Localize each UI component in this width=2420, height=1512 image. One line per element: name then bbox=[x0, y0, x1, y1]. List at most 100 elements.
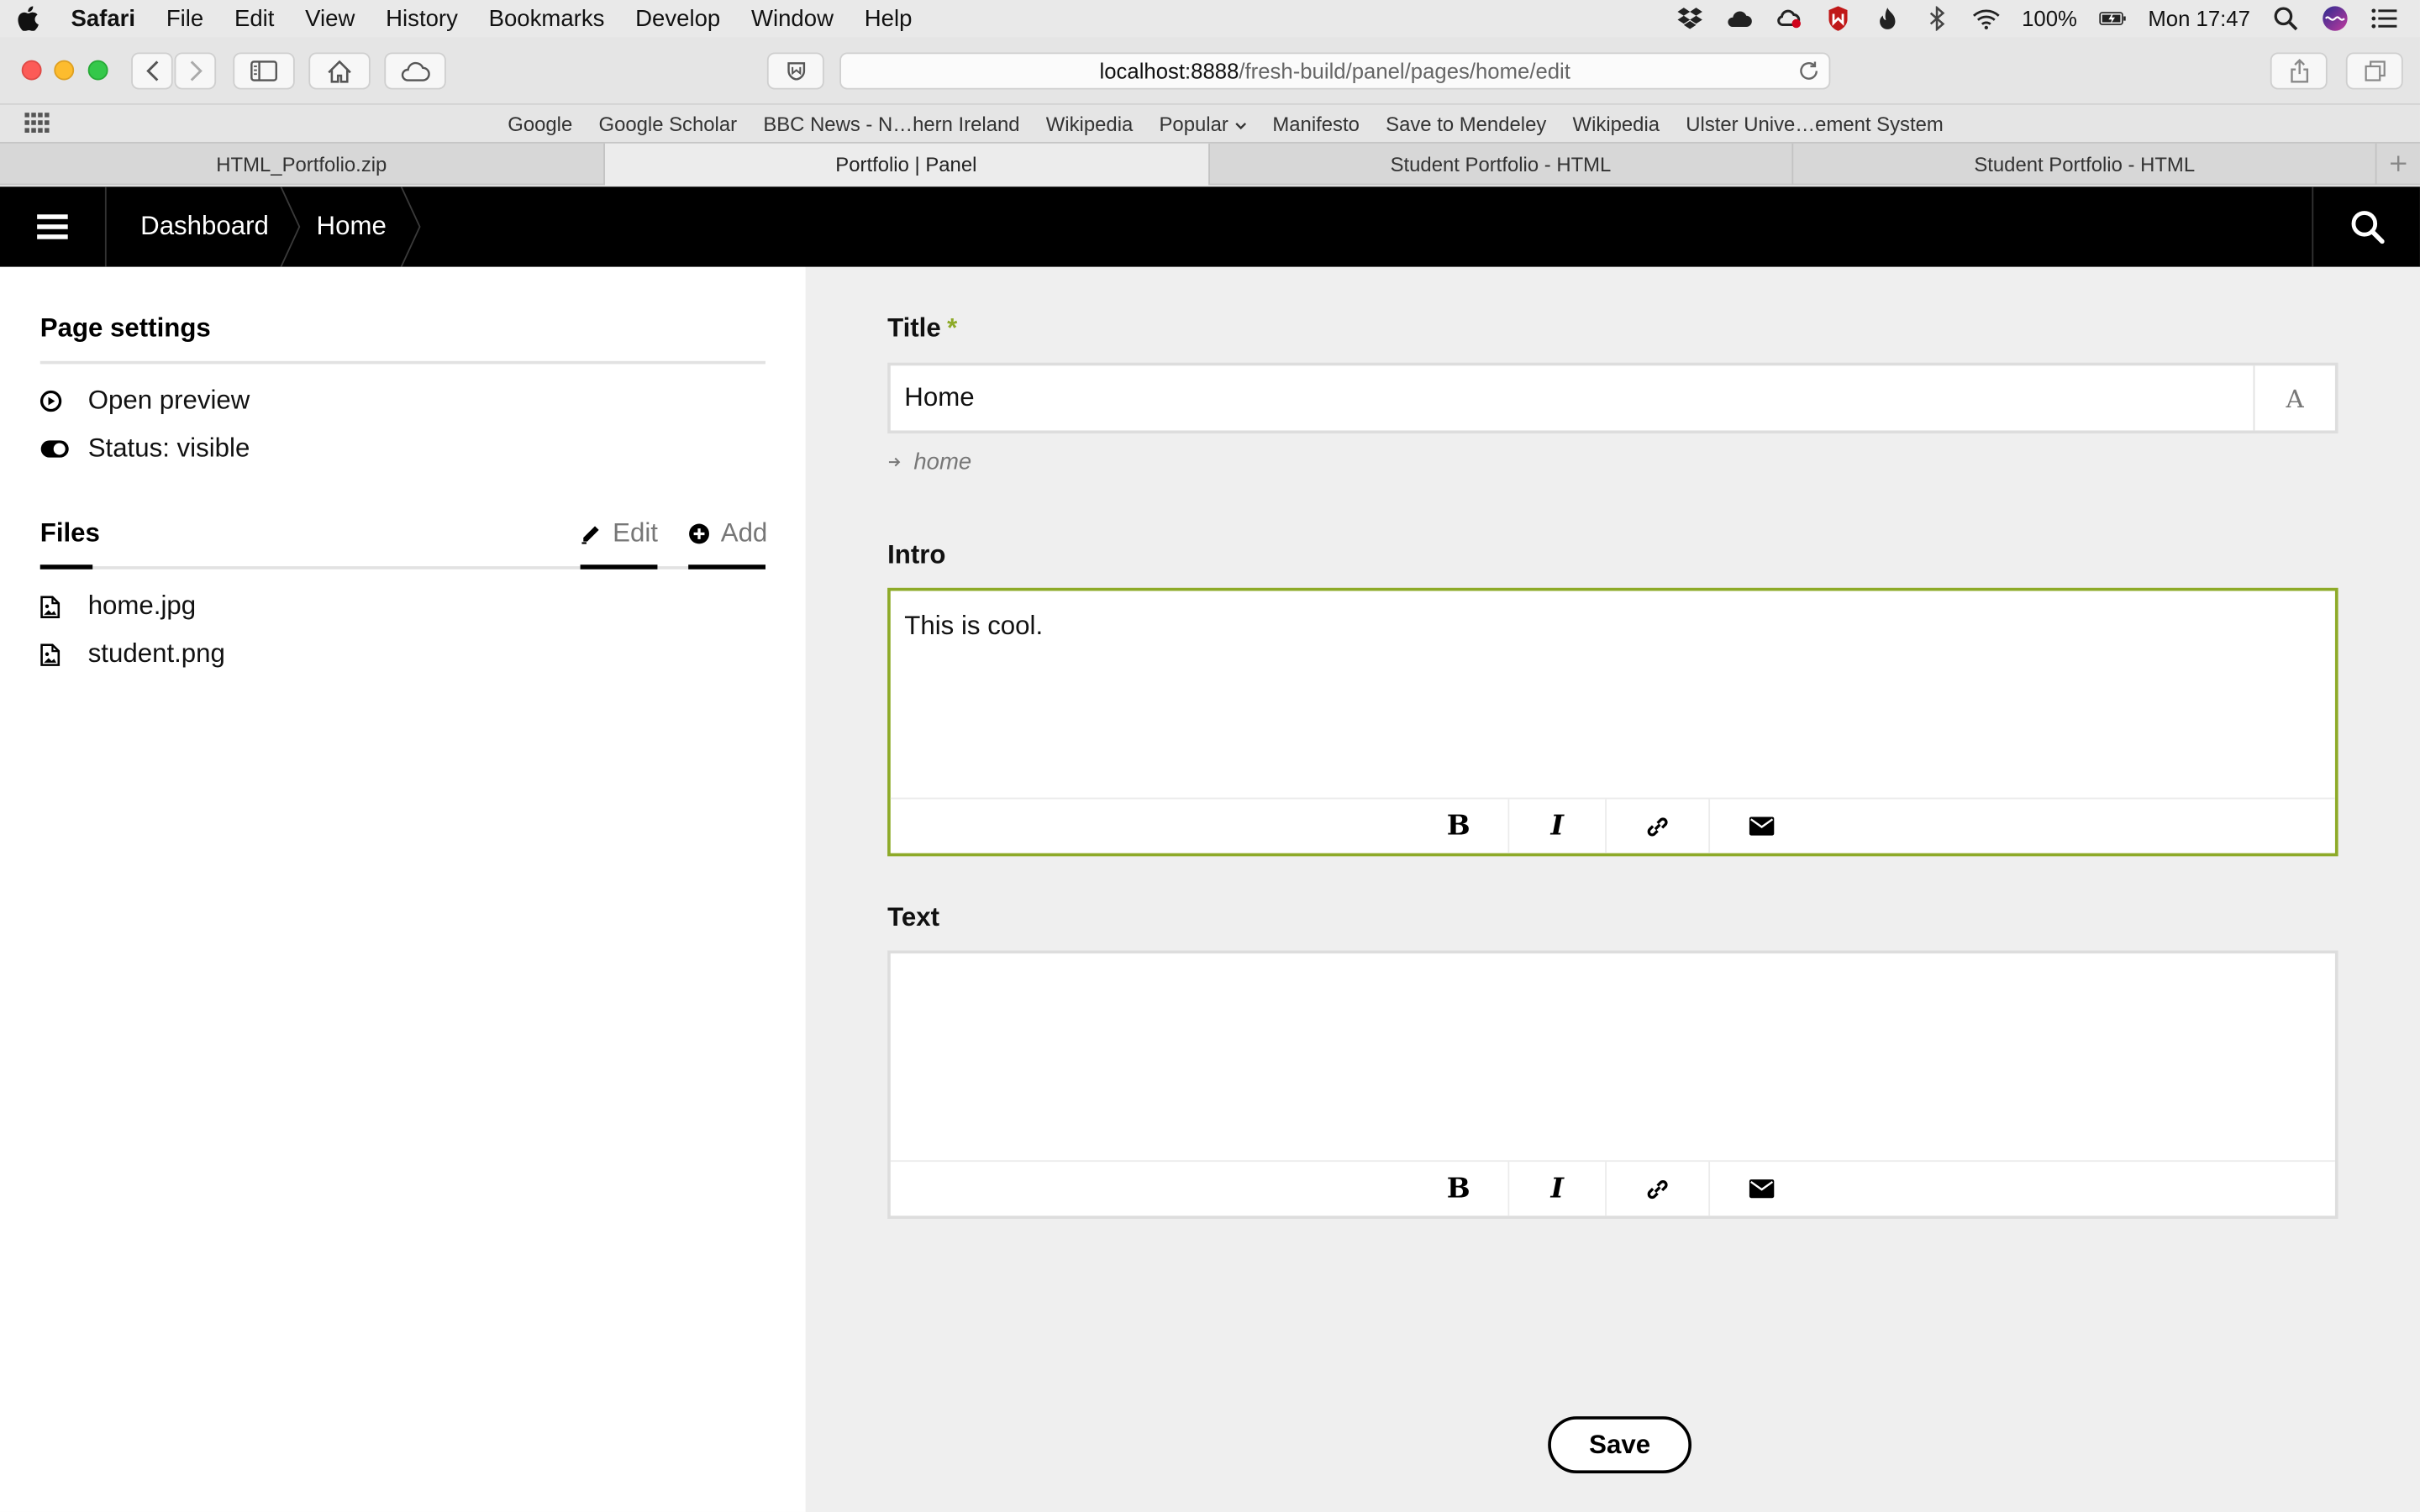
tab-html-portfolio-zip[interactable]: HTML_Portfolio.zip bbox=[0, 143, 605, 186]
page-settings-title: Page settings bbox=[39, 312, 211, 343]
new-tab-button[interactable] bbox=[2377, 144, 2420, 184]
open-preview-link[interactable]: Open preview bbox=[39, 384, 250, 417]
mcafee-icon[interactable] bbox=[1824, 6, 1852, 31]
tab-overview-button[interactable] bbox=[2345, 52, 2403, 90]
cloud-icon[interactable] bbox=[1725, 6, 1753, 30]
share-icon bbox=[2290, 58, 2308, 83]
home-button[interactable] bbox=[308, 52, 371, 90]
creative-cloud-icon[interactable] bbox=[1775, 6, 1802, 30]
email-button[interactable] bbox=[1708, 1162, 1813, 1216]
page-edit-form: Title * Home A home Intro This is cool. B… bbox=[805, 266, 2420, 1512]
required-marker: * bbox=[947, 312, 958, 343]
chevron-right-icon bbox=[189, 60, 202, 81]
section-divider bbox=[39, 360, 766, 365]
tabs-icon bbox=[2364, 60, 2385, 81]
status-label: Status: visible bbox=[87, 433, 250, 464]
siri-icon[interactable] bbox=[2321, 6, 2349, 31]
files-add-button[interactable]: Add bbox=[688, 517, 767, 550]
apps-grid-icon[interactable] bbox=[24, 113, 50, 137]
address-bar[interactable]: localhost:8888/fresh-build/panel/pages/h… bbox=[839, 52, 1831, 90]
bold-button[interactable]: B bbox=[1409, 1162, 1508, 1215]
plus-circle-icon bbox=[689, 523, 709, 544]
reload-icon[interactable] bbox=[1798, 60, 1820, 87]
text-textarea[interactable]: B I bbox=[887, 950, 2338, 1219]
menu-button[interactable] bbox=[0, 186, 107, 267]
wifi-icon[interactable] bbox=[1972, 6, 2000, 30]
add-underline bbox=[688, 564, 766, 570]
menu-bookmarks[interactable]: Bookmarks bbox=[473, 5, 620, 31]
bold-icon: B bbox=[1446, 810, 1470, 843]
files-edit-button[interactable]: Edit bbox=[581, 517, 658, 550]
tab-portfolio-panel[interactable]: Portfolio | Panel bbox=[604, 143, 1210, 186]
file-item[interactable]: student.png bbox=[40, 638, 225, 671]
title-input[interactable]: Home A bbox=[887, 362, 2338, 434]
link-button[interactable] bbox=[1605, 1162, 1708, 1216]
bookmark-google-scholar[interactable]: Google Scholar bbox=[598, 112, 737, 135]
italic-button[interactable]: I bbox=[1507, 799, 1605, 853]
bookmark-wikipedia[interactable]: Wikipedia bbox=[1046, 112, 1134, 135]
status-menu-area: 100% Mon 17:47 bbox=[1676, 0, 2399, 37]
bookmark-bbc-news[interactable]: BBC News - N…hern Ireland bbox=[763, 112, 1019, 135]
bookmark-wikipedia-2[interactable]: Wikipedia bbox=[1573, 112, 1660, 135]
zoom-window-button[interactable] bbox=[87, 60, 108, 81]
notification-list-icon[interactable] bbox=[2370, 6, 2398, 30]
intro-textarea[interactable]: This is cool. B I bbox=[887, 587, 2338, 857]
cloud-outline-icon bbox=[401, 60, 430, 81]
battery-icon[interactable] bbox=[2099, 6, 2127, 30]
flame-icon[interactable] bbox=[1874, 6, 1902, 30]
menu-history[interactable]: History bbox=[371, 5, 473, 31]
icloud-tabs-button[interactable] bbox=[384, 52, 446, 90]
menu-app-name[interactable]: Safari bbox=[55, 5, 150, 31]
image-file-icon bbox=[40, 595, 88, 618]
sidebar-toggle-button[interactable] bbox=[233, 52, 295, 90]
panel-search-button[interactable] bbox=[2312, 186, 2420, 267]
close-window-button[interactable] bbox=[21, 60, 42, 81]
email-button[interactable] bbox=[1708, 799, 1813, 853]
minimize-window-button[interactable] bbox=[54, 60, 75, 81]
extension-button[interactable] bbox=[766, 52, 824, 90]
apple-menu-icon[interactable] bbox=[0, 6, 55, 31]
bookmark-manifesto[interactable]: Manifesto bbox=[1272, 112, 1360, 135]
menu-file[interactable]: File bbox=[150, 5, 218, 31]
files-title-underline bbox=[39, 564, 93, 570]
edit-underline bbox=[580, 564, 658, 570]
text-field-label: Text bbox=[887, 902, 940, 932]
save-button[interactable]: Save bbox=[1548, 1416, 1692, 1474]
bookmark-google[interactable]: Google bbox=[508, 112, 572, 135]
link-icon bbox=[1647, 816, 1668, 836]
link-button[interactable] bbox=[1605, 799, 1708, 853]
play-circle-icon bbox=[39, 390, 88, 412]
bookmark-ulster-university[interactable]: Ulster Unive…ement System bbox=[1686, 112, 1944, 135]
tab-student-portfolio-1[interactable]: Student Portfolio - HTML bbox=[1209, 143, 1794, 186]
share-button[interactable] bbox=[2270, 52, 2328, 90]
bold-button[interactable]: B bbox=[1409, 799, 1508, 853]
breadcrumb-home[interactable]: Home bbox=[317, 186, 387, 267]
tab-student-portfolio-2[interactable]: Student Portfolio - HTML bbox=[1794, 143, 2377, 186]
slug-preview: home bbox=[887, 449, 971, 475]
menu-help[interactable]: Help bbox=[849, 5, 927, 31]
menu-develop[interactable]: Develop bbox=[620, 5, 736, 31]
bookmark-save-to-mendeley[interactable]: Save to Mendeley bbox=[1386, 112, 1546, 135]
file-name: student.png bbox=[87, 638, 225, 669]
bookmark-popular-folder[interactable]: Popular bbox=[1160, 112, 1247, 135]
back-button[interactable] bbox=[131, 52, 173, 90]
title-field-label: Title * bbox=[887, 313, 957, 344]
italic-button[interactable]: I bbox=[1507, 1162, 1605, 1216]
status-toggle[interactable]: Status: visible bbox=[40, 432, 250, 465]
bluetooth-icon[interactable] bbox=[1923, 6, 1951, 31]
spotlight-icon[interactable] bbox=[2272, 6, 2300, 31]
forward-button[interactable] bbox=[174, 52, 217, 90]
file-item[interactable]: home.jpg bbox=[40, 590, 196, 623]
bookmarks-bar: Google Google Scholar BBC News - N…hern … bbox=[0, 104, 2420, 142]
menu-window[interactable]: Window bbox=[736, 5, 850, 31]
text-editor-toolbar: B I bbox=[890, 1160, 2335, 1216]
image-file-icon bbox=[40, 643, 88, 666]
breadcrumb-dashboard[interactable]: Dashboard bbox=[140, 186, 269, 267]
page-sidebar: Page settings Open preview Status: visib… bbox=[0, 266, 806, 1512]
bookmark-popular-label: Popular bbox=[1159, 112, 1228, 135]
menu-edit[interactable]: Edit bbox=[219, 5, 290, 31]
clock[interactable]: Mon 17:47 bbox=[2148, 6, 2250, 30]
link-icon bbox=[1647, 1179, 1668, 1199]
menu-view[interactable]: View bbox=[290, 5, 371, 31]
dropbox-icon[interactable] bbox=[1676, 6, 1704, 30]
